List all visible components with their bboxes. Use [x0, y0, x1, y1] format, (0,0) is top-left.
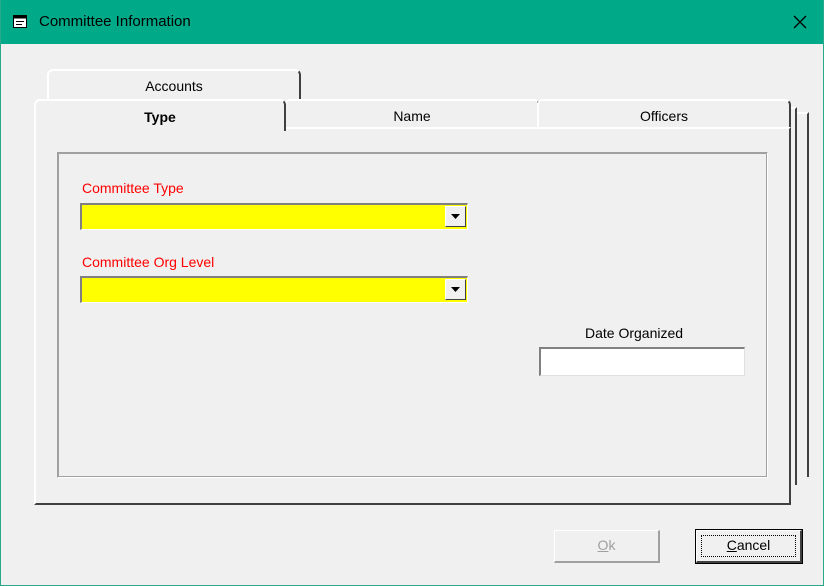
tab-name[interactable]: Name [284, 99, 540, 129]
cancel-button[interactable]: Cancel [695, 529, 803, 564]
chevron-down-icon [451, 214, 460, 219]
tab-name-label: Name [393, 108, 431, 124]
committee-type-label: Committee Type [82, 180, 184, 196]
date-organized-label: Date Organized [585, 325, 684, 341]
type-groupbox [57, 152, 768, 478]
ok-label-rest: k [608, 537, 616, 553]
close-icon [793, 15, 807, 29]
committee-information-window: Committee Information Accounts Name Offi… [0, 0, 824, 586]
tab-type-label: Type [144, 109, 176, 125]
tab-officers-label: Officers [640, 108, 688, 124]
date-organized-field[interactable] [539, 347, 745, 376]
tab-page-stack-edge [797, 112, 809, 477]
committee-type-dropdown[interactable] [80, 203, 468, 230]
form-icon [13, 15, 27, 28]
tab-page-stack-edge [791, 107, 797, 485]
ok-button[interactable]: Ok [554, 530, 660, 563]
committee-org-level-label: Committee Org Level [82, 254, 215, 270]
chevron-down-icon [451, 287, 460, 292]
tab-officers[interactable]: Officers [537, 99, 791, 129]
cancel-focus-rectangle [701, 535, 796, 557]
committee-org-level-dropdown-button[interactable] [445, 279, 466, 300]
close-button[interactable] [777, 0, 823, 44]
ok-mnemonic: O [597, 537, 609, 553]
committee-org-level-dropdown[interactable] [80, 276, 468, 303]
title-bar[interactable]: Committee Information [1, 0, 823, 44]
window-title: Committee Information [39, 13, 191, 30]
committee-type-dropdown-button[interactable] [445, 206, 466, 227]
tab-accounts[interactable]: Accounts [47, 69, 301, 101]
tab-type[interactable]: Type [34, 99, 286, 131]
tab-accounts-label: Accounts [145, 78, 203, 94]
